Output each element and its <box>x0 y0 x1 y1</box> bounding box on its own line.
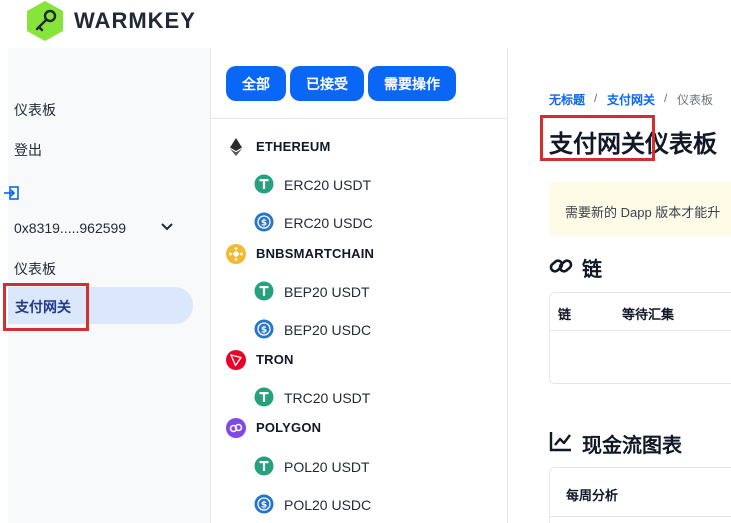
chain-bnbsmartchain[interactable]: BNBSMARTCHAIN <box>256 246 374 261</box>
sidebar-item-logout[interactable]: 登出 <box>14 140 42 160</box>
link-icon <box>549 259 573 273</box>
chain-polygon[interactable]: POLYGON <box>256 420 321 435</box>
panel-divider <box>210 118 508 119</box>
usdc-icon: $ <box>254 494 274 514</box>
usdc-icon: $ <box>254 212 274 232</box>
chain-section-title: 链 <box>582 259 602 281</box>
tether-icon <box>254 281 274 301</box>
tether-icon <box>254 174 274 194</box>
login-icon[interactable] <box>4 186 20 200</box>
chain-ethereum[interactable]: ETHEREUM <box>256 139 331 154</box>
token-pol20-usdc[interactable]: POL20 USDC <box>284 497 371 513</box>
brand-name: WARMKEY <box>74 8 196 33</box>
token-erc20-usdt[interactable]: ERC20 USDT <box>284 177 371 193</box>
tron-icon <box>226 350 246 370</box>
filter-all-button[interactable]: 全部 <box>226 66 286 101</box>
app-header: WARMKEY <box>0 0 731 48</box>
line-chart-icon <box>549 432 571 452</box>
filter-action-needed-button[interactable]: 需要操作 <box>368 66 456 101</box>
token-erc20-usdc[interactable]: ERC20 USDC <box>284 215 373 231</box>
ethereum-icon <box>230 138 242 156</box>
highlight-box-sidebar <box>3 283 89 331</box>
sidebar-item-dashboard[interactable]: 仪表板 <box>14 100 56 120</box>
chain-tron[interactable]: TRON <box>256 352 294 367</box>
column-header-pending: 等待汇集 <box>622 307 675 322</box>
svg-text:$: $ <box>261 218 267 228</box>
svg-text:$: $ <box>261 325 267 335</box>
token-trc20-usdt[interactable]: TRC20 USDT <box>284 390 370 406</box>
token-bep20-usdc[interactable]: BEP20 USDC <box>284 322 371 338</box>
highlight-box-title <box>540 115 655 161</box>
usdc-icon: $ <box>254 319 274 339</box>
polygon-icon <box>226 418 246 438</box>
sidebar-item-dashboard-2[interactable]: 仪表板 <box>14 259 56 279</box>
breadcrumb-separator: / <box>664 91 668 105</box>
token-pol20-usdt[interactable]: POL20 USDT <box>284 459 370 475</box>
warmkey-logo-icon[interactable] <box>24 0 66 42</box>
upgrade-notice-text: 需要新的 Dapp 版本才能升 <box>565 205 721 220</box>
breadcrumb-parent[interactable]: 支付网关 <box>607 91 655 108</box>
cashflow-section-title: 现金流图表 <box>582 435 682 457</box>
column-header-chain: 链 <box>558 307 572 322</box>
bnb-icon <box>226 244 246 264</box>
tether-icon <box>254 387 274 407</box>
breadcrumb-current: 仪表板 <box>677 93 714 107</box>
breadcrumb-separator: / <box>594 91 598 105</box>
tether-icon <box>254 456 274 476</box>
wallet-address[interactable]: 0x8319.....962599 <box>14 220 126 236</box>
token-bep20-usdt[interactable]: BEP20 USDT <box>284 284 370 300</box>
page-title-part-2: 仪表板 <box>645 131 717 158</box>
breadcrumb-root[interactable]: 无标题 <box>549 91 585 108</box>
chevron-down-icon[interactable] <box>160 222 174 232</box>
weekly-analysis-divider <box>549 516 731 517</box>
filter-accepted-button[interactable]: 已接受 <box>290 66 364 101</box>
chain-table-header-divider <box>549 330 731 331</box>
weekly-analysis-title: 每周分析 <box>566 488 619 503</box>
svg-text:$: $ <box>261 500 267 510</box>
